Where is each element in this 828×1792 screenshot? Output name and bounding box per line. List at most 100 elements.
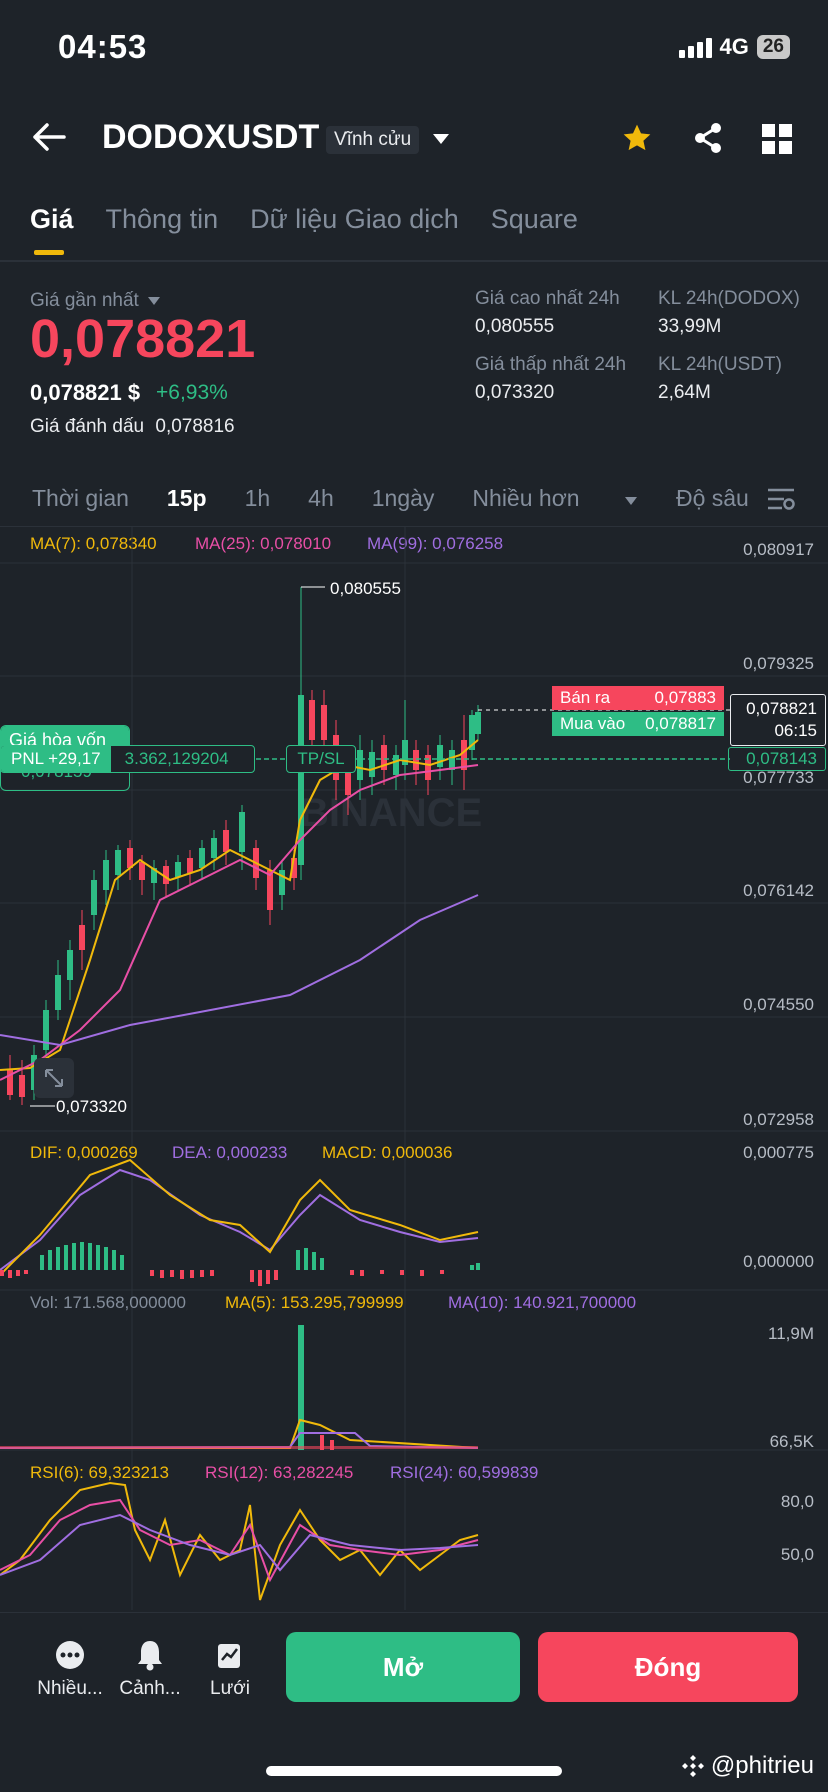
more-dots-icon bbox=[56, 1641, 84, 1669]
buy-label: Mua vào bbox=[560, 714, 626, 733]
buy-value: 0,078817 bbox=[645, 714, 716, 733]
close-position-button[interactable]: Đóng bbox=[538, 1632, 798, 1702]
tf-1h[interactable]: 1h bbox=[245, 485, 271, 512]
nav-grid[interactable]: Lưới bbox=[192, 1638, 268, 1700]
tf-4h[interactable]: 4h bbox=[308, 485, 334, 512]
rsi24-label: RSI(24): 60,599839 bbox=[390, 1463, 539, 1482]
axis-price-5: 0,074550 bbox=[743, 995, 814, 1014]
high-24h-value: 0,080555 bbox=[475, 316, 555, 337]
position-qty: 3.362,129204 bbox=[124, 749, 229, 768]
status-indicators: 4G 26 bbox=[678, 34, 790, 60]
grid-menu-icon[interactable] bbox=[762, 124, 792, 159]
vol-base-label: KL 24h(DODOX) bbox=[658, 288, 800, 309]
macd-dea-label: DEA: 0,000233 bbox=[172, 1143, 288, 1162]
expand-chart-icon[interactable] bbox=[34, 1058, 74, 1098]
position-bar[interactable]: PNL +29,17 3.362,129204 bbox=[0, 745, 255, 773]
rsi-axis-80: 80,0 bbox=[780, 1492, 814, 1511]
rsi-chart bbox=[0, 1481, 479, 1601]
binance-logo-icon bbox=[681, 1755, 704, 1777]
axis-price-3: 0,077733 bbox=[743, 768, 814, 787]
vol-quote-value: 2,64M bbox=[658, 382, 711, 403]
bottom-divider bbox=[0, 1612, 828, 1613]
tf-more-label: Nhiều hơn bbox=[472, 485, 580, 511]
favorite-star-icon[interactable] bbox=[620, 122, 654, 159]
tf-time[interactable]: Thời gian bbox=[32, 485, 129, 512]
axis-price-6: 0,072958 bbox=[743, 1110, 814, 1129]
main-tabs: Giá Thông tin Dữ liệu Giao dịch Square bbox=[30, 204, 578, 255]
tf-15m[interactable]: 15p bbox=[167, 485, 207, 512]
timeframe-row: Thời gian 15p 1h 4h 1ngày Nhiều hơn Độ s… bbox=[32, 485, 787, 512]
rsi6-label: RSI(6): 69,323213 bbox=[30, 1463, 169, 1482]
rsi-axis-50: 50,0 bbox=[780, 1545, 814, 1564]
signal-icon bbox=[678, 36, 712, 58]
back-arrow-icon[interactable] bbox=[32, 122, 66, 157]
status-time: 04:53 bbox=[58, 28, 148, 65]
mark-price-label: Giá đánh dấu bbox=[30, 416, 145, 437]
mark-price-row: Giá đánh dấu 0,078816 bbox=[30, 416, 235, 438]
macd-dif-label: DIF: 0,000269 bbox=[30, 1143, 138, 1162]
nav-grid-label: Lưới bbox=[210, 1678, 250, 1699]
tf-depth[interactable]: Độ sâu bbox=[676, 485, 749, 512]
symbol-dropdown-icon[interactable] bbox=[432, 132, 450, 150]
vol-axis-top: 11,9M bbox=[768, 1324, 814, 1343]
bell-icon bbox=[138, 1641, 162, 1671]
contract-type-badge[interactable]: Vĩnh cửu bbox=[326, 126, 420, 154]
caret-down-icon bbox=[147, 297, 160, 305]
volume-chart bbox=[0, 1325, 479, 1450]
low-annotation: 0,073320 bbox=[56, 1097, 127, 1116]
axis-price-4: 0,076142 bbox=[743, 881, 814, 900]
vol-label: Vol: 171.568,000000 bbox=[30, 1293, 186, 1312]
macd-axis-top: 0,000775 bbox=[743, 1143, 814, 1162]
open-position-button[interactable]: Mở bbox=[286, 1632, 520, 1702]
credit-watermark: @phitrieu bbox=[681, 1752, 814, 1780]
current-price: 0,078821 bbox=[746, 699, 817, 718]
axis-price-2: 0,079325 bbox=[743, 654, 814, 673]
tpsl-button[interactable]: TP/SL bbox=[286, 745, 356, 773]
price-usd: 0,078821 $ bbox=[30, 380, 141, 405]
candles bbox=[0, 587, 481, 1105]
tf-1d[interactable]: 1ngày bbox=[372, 485, 435, 512]
price-change: +6,93% bbox=[156, 381, 228, 404]
high-24h-label: Giá cao nhất 24h bbox=[475, 288, 620, 309]
low-24h-value: 0,073320 bbox=[475, 382, 555, 403]
tf-more[interactable]: Nhiều hơn bbox=[472, 485, 638, 512]
tab-square[interactable]: Square bbox=[491, 204, 578, 235]
nav-alert[interactable]: Cảnh... bbox=[112, 1638, 188, 1700]
low-24h-label: Giá thấp nhất 24h bbox=[475, 354, 627, 375]
sell-label: Bán ra bbox=[560, 688, 611, 707]
vol-axis-bottom: 66,5K bbox=[769, 1432, 814, 1451]
tab-trading-data[interactable]: Dữ liệu Giao dịch bbox=[250, 204, 459, 235]
sell-value: 0,07883 bbox=[654, 688, 716, 707]
vol-quote-label: KL 24h(USDT) bbox=[658, 354, 782, 375]
network-type: 4G bbox=[719, 34, 749, 59]
chart-settings-icon[interactable] bbox=[766, 486, 796, 517]
tab-info[interactable]: Thông tin bbox=[106, 204, 219, 235]
credit-text: @phitrieu bbox=[710, 1752, 814, 1779]
rsi12-label: RSI(12): 63,282245 bbox=[205, 1463, 354, 1482]
symbol-title[interactable]: DODOXUSDT bbox=[102, 118, 319, 157]
tabs-divider bbox=[0, 260, 828, 262]
mark-price-value: 0,078816 bbox=[155, 416, 235, 437]
home-indicator[interactable] bbox=[266, 1766, 562, 1776]
nav-more-label: Nhiều... bbox=[37, 1678, 103, 1699]
entry-price-tag: 0,078143 bbox=[728, 747, 826, 771]
macd-axis-mid: 0,000000 bbox=[743, 1252, 814, 1271]
nav-alert-label: Cảnh... bbox=[119, 1678, 181, 1699]
share-icon[interactable] bbox=[692, 122, 724, 159]
pnl-value: PNL +29,17 bbox=[1, 746, 111, 772]
current-price-box: 0,078821 06:15 bbox=[730, 694, 826, 746]
high-annotation: 0,080555 bbox=[330, 579, 401, 598]
candle-countdown: 06:15 bbox=[774, 721, 817, 740]
buy-price-tag: Mua vào 0,078817 bbox=[552, 712, 724, 736]
battery-level: 26 bbox=[756, 35, 790, 59]
vol-ma5-label: MA(5): 153.295,799999 bbox=[225, 1293, 404, 1312]
axis-price-1: 0,080917 bbox=[743, 540, 814, 559]
sell-price-tag: Bán ra 0,07883 bbox=[552, 686, 724, 710]
grid-bot-icon bbox=[218, 1644, 240, 1668]
nav-more[interactable]: Nhiều... bbox=[32, 1638, 108, 1700]
tab-price[interactable]: Giá bbox=[30, 204, 74, 255]
macd-chart bbox=[0, 1158, 480, 1286]
caret-down-icon bbox=[624, 497, 637, 505]
macd-value-label: MACD: 0,000036 bbox=[322, 1143, 453, 1162]
vol-ma10-label: MA(10): 140.921,700000 bbox=[448, 1293, 637, 1312]
